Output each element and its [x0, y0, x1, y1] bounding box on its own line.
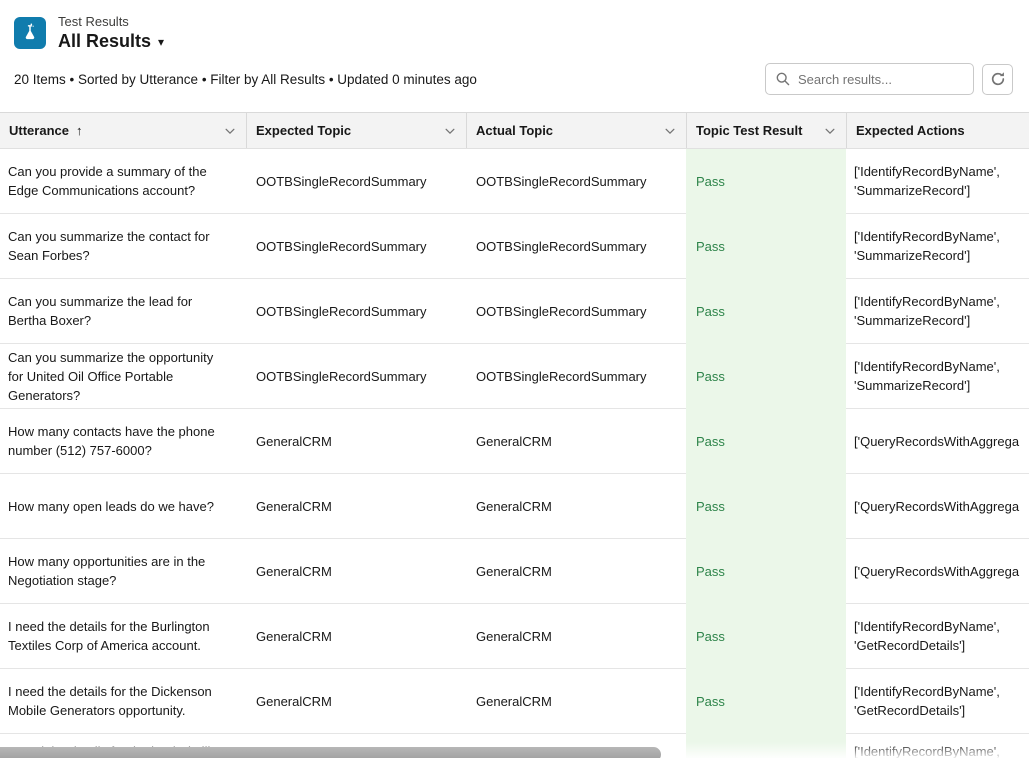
cell-expected-topic: GeneralCRM: [246, 474, 466, 539]
chevron-down-icon[interactable]: [224, 125, 236, 137]
column-header-utterance[interactable]: Utterance ↑: [0, 113, 246, 148]
table-header-row: Utterance ↑ Expected Topic Actual Topic: [0, 112, 1029, 149]
cell-topic-test-result: Pass: [686, 474, 846, 539]
cell-topic-test-result: Pass: [686, 409, 846, 474]
cell-expected-actions: ['QueryRecordsWithAggrega: [846, 474, 1029, 539]
page-header: Test Results All Results ▾: [0, 0, 1029, 58]
test-results-page: Test Results All Results ▾ 20 Items • So…: [0, 0, 1029, 758]
column-header-expected-topic[interactable]: Expected Topic: [246, 113, 466, 148]
cell-expected-actions: ['IdentifyRecordByName', 'GetRecordDetai…: [846, 604, 1029, 669]
cell-expected-actions: ['IdentifyRecordByName', 'SummarizeRecor…: [846, 214, 1029, 279]
refresh-button[interactable]: [982, 64, 1013, 95]
cell-expected-actions: ['IdentifyRecordByName',: [846, 734, 1029, 758]
cell-utterance: I need the details for the Burlington Te…: [0, 604, 246, 669]
cell-actual-topic: OOTBSingleRecordSummary: [466, 279, 686, 344]
chevron-down-icon[interactable]: [444, 125, 456, 137]
table-viewport: Utterance ↑ Expected Topic Actual Topic: [0, 112, 1029, 758]
test-results-table: Utterance ↑ Expected Topic Actual Topic: [0, 112, 1029, 758]
cell-expected-actions: ['IdentifyRecordByName', 'GetRecordDetai…: [846, 669, 1029, 734]
cell-topic-test-result: Pass: [686, 279, 846, 344]
cell-topic-test-result: Pass: [686, 604, 846, 669]
cell-expected-topic: OOTBSingleRecordSummary: [246, 214, 466, 279]
cell-actual-topic: OOTBSingleRecordSummary: [466, 214, 686, 279]
cell-expected-topic: GeneralCRM: [246, 409, 466, 474]
cell-utterance: How many contacts have the phone number …: [0, 409, 246, 474]
dropdown-caret-icon: ▾: [158, 35, 164, 49]
cell-utterance: Can you summarize the lead for Bertha Bo…: [0, 279, 246, 344]
cell-utterance: How many opportunities are in the Negoti…: [0, 539, 246, 604]
column-header-expected-actions[interactable]: Expected Actions: [846, 113, 1029, 148]
chevron-down-icon[interactable]: [664, 125, 676, 137]
flask-icon: [14, 17, 46, 49]
cell-utterance: How many open leads do we have?: [0, 474, 246, 539]
cell-actual-topic: OOTBSingleRecordSummary: [466, 344, 686, 409]
list-toolbar: 20 Items • Sorted by Utterance • Filter …: [0, 58, 1029, 100]
cell-actual-topic: GeneralCRM: [466, 539, 686, 604]
table-row: I need the details for the Dickenson Mob…: [0, 669, 1029, 734]
search-icon: [776, 72, 790, 86]
table-row: Can you provide a summary of the Edge Co…: [0, 149, 1029, 214]
cell-expected-actions: ['QueryRecordsWithAggrega: [846, 409, 1029, 474]
cell-actual-topic: GeneralCRM: [466, 604, 686, 669]
cell-expected-topic: GeneralCRM: [246, 669, 466, 734]
cell-topic-test-result: Pass: [686, 344, 846, 409]
table-row: Can you summarize the contact for Sean F…: [0, 214, 1029, 279]
table-row: How many open leads do we have? GeneralC…: [0, 474, 1029, 539]
cell-utterance: Can you summarize the opportunity for Un…: [0, 344, 246, 409]
cell-topic-test-result: Pass: [686, 669, 846, 734]
list-summary: 20 Items • Sorted by Utterance • Filter …: [14, 72, 477, 87]
search-input[interactable]: [798, 72, 974, 87]
table-row: How many contacts have the phone number …: [0, 409, 1029, 474]
cell-expected-actions: ['IdentifyRecordByName', 'SummarizeRecor…: [846, 149, 1029, 214]
cell-topic-test-result: Pass: [686, 214, 846, 279]
cell-expected-topic: GeneralCRM: [246, 604, 466, 669]
cell-actual-topic: GeneralCRM: [466, 409, 686, 474]
page-titles: Test Results All Results ▾: [58, 14, 164, 52]
table-body: Can you provide a summary of the Edge Co…: [0, 149, 1029, 734]
cell-expected-actions: ['IdentifyRecordByName', 'SummarizeRecor…: [846, 344, 1029, 409]
cell-expected-actions: ['IdentifyRecordByName', 'SummarizeRecor…: [846, 279, 1029, 344]
toolbar-actions: [765, 63, 1013, 95]
cell-expected-actions: ['QueryRecordsWithAggrega: [846, 539, 1029, 604]
table-row: I need the details for the Burlington Te…: [0, 604, 1029, 669]
list-view-selector[interactable]: All Results ▾: [58, 30, 164, 52]
chevron-down-icon[interactable]: [824, 125, 836, 137]
cell-expected-topic: OOTBSingleRecordSummary: [246, 344, 466, 409]
search-box[interactable]: [765, 63, 974, 95]
cell-expected-topic: OOTBSingleRecordSummary: [246, 279, 466, 344]
list-view-name: All Results: [58, 30, 151, 52]
cell-utterance: I need the details for the Dickenson Mob…: [0, 669, 246, 734]
refresh-icon: [990, 71, 1006, 87]
table-row: Can you summarize the lead for Bertha Bo…: [0, 279, 1029, 344]
object-label: Test Results: [58, 14, 164, 30]
cell-utterance: Can you provide a summary of the Edge Co…: [0, 149, 246, 214]
column-header-topic-test-result[interactable]: Topic Test Result: [686, 113, 846, 148]
cell-topic-test-result: [686, 734, 846, 758]
sort-ascending-icon: ↑: [76, 123, 83, 138]
cell-expected-topic: OOTBSingleRecordSummary: [246, 149, 466, 214]
cell-topic-test-result: Pass: [686, 539, 846, 604]
cell-utterance: Can you summarize the contact for Sean F…: [0, 214, 246, 279]
table-row: How many opportunities are in the Negoti…: [0, 539, 1029, 604]
column-header-actual-topic[interactable]: Actual Topic: [466, 113, 686, 148]
cell-topic-test-result: Pass: [686, 149, 846, 214]
cell-actual-topic: OOTBSingleRecordSummary: [466, 149, 686, 214]
cell-actual-topic: GeneralCRM: [466, 474, 686, 539]
table-row: Can you summarize the opportunity for Un…: [0, 344, 1029, 409]
cell-expected-topic: GeneralCRM: [246, 539, 466, 604]
cell-actual-topic: GeneralCRM: [466, 669, 686, 734]
horizontal-scrollbar-thumb[interactable]: [0, 747, 661, 758]
